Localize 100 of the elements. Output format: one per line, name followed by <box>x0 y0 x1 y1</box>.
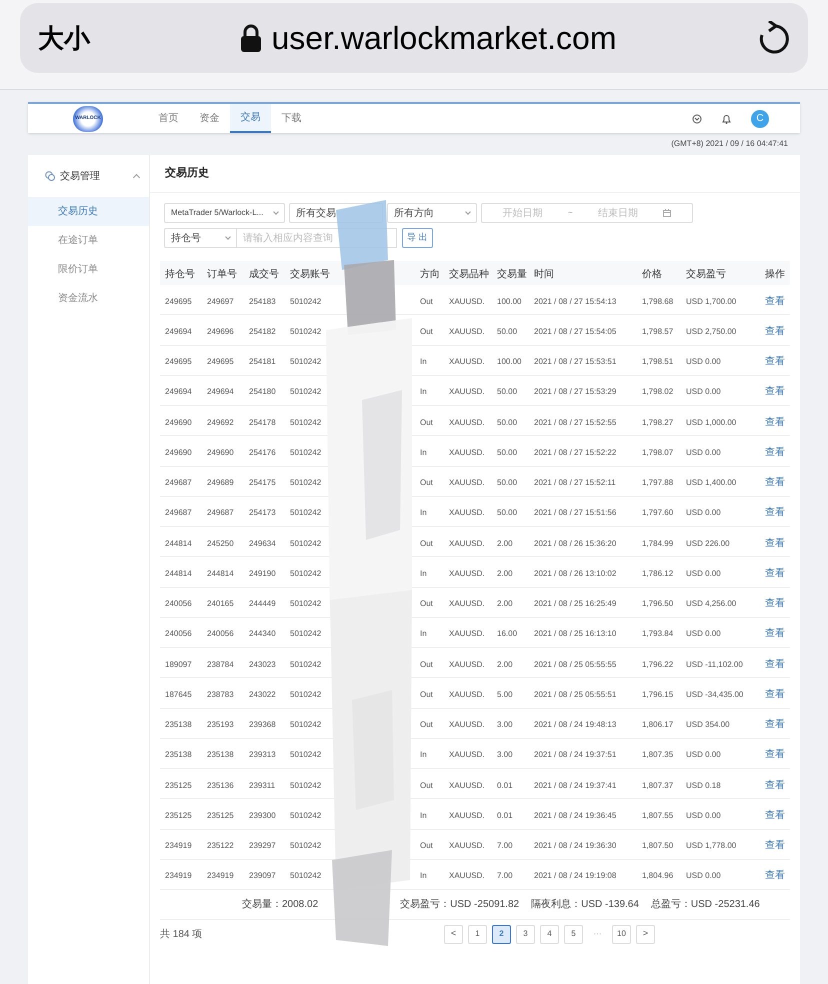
page-button[interactable]: 1 <box>468 924 487 944</box>
sidebar-item[interactable]: 资金流水 <box>28 284 149 313</box>
view-link[interactable]: 查看 <box>765 477 785 488</box>
table-cell: 5010242 <box>290 841 322 850</box>
table-cell: USD -11,102.00 <box>686 660 743 669</box>
table-cell: 0.01 <box>497 780 513 790</box>
table-cell: 7.00 <box>497 841 513 850</box>
page-button[interactable]: 3 <box>516 924 535 944</box>
page-button[interactable]: 5 <box>564 924 583 944</box>
next-page-button[interactable]: > <box>636 924 655 944</box>
table-cell: 254173 <box>249 508 276 518</box>
table-cell: 3.00 <box>497 750 513 760</box>
table-cell: 249690 <box>207 448 234 457</box>
table-cell: 5010242 <box>290 871 322 880</box>
table-cell: 249695 <box>165 296 192 306</box>
table-cell: USD 0.00 <box>686 387 721 396</box>
table-cell: 5010242 <box>290 690 322 699</box>
view-link[interactable]: 查看 <box>765 538 785 549</box>
table-cell: 100.00 <box>497 296 522 306</box>
table-cell: In <box>420 871 427 880</box>
table-cell: 5010242 <box>290 810 322 820</box>
column-header: 成交号 <box>249 269 279 280</box>
table-cell: 235122 <box>207 841 234 850</box>
table-cell: 5010242 <box>290 750 322 760</box>
page-button[interactable]: 4 <box>540 924 559 944</box>
nav-tab[interactable]: 资金 <box>189 104 230 133</box>
sidebar-group-header[interactable]: 交易管理 <box>28 155 149 197</box>
table-cell: XAUUSD. <box>449 841 485 850</box>
table-cell: 2021 / 08 / 24 19:48:13 <box>534 720 616 730</box>
view-link[interactable]: 查看 <box>765 870 785 882</box>
page-ellipsis: ··· <box>592 928 602 940</box>
table-cell: 50.00 <box>497 508 518 518</box>
sidebar-item[interactable]: 交易历史 <box>28 197 149 226</box>
address-bar[interactable]: 大小 user.warlockmarket.com <box>20 3 808 73</box>
sidebar-item[interactable]: 限价订单 <box>28 255 149 284</box>
table-cell: 1,798.51 <box>642 357 674 366</box>
table-cell: 244814 <box>165 568 192 578</box>
column-header: 订单号 <box>207 269 237 280</box>
table-cell: 5010242 <box>290 418 322 427</box>
view-link[interactable]: 查看 <box>765 658 785 670</box>
view-link[interactable]: 查看 <box>765 356 785 368</box>
table-cell: 50.00 <box>497 448 518 457</box>
nav-tab[interactable]: 首页 <box>148 104 189 133</box>
table-cell: 240056 <box>165 629 192 638</box>
view-link[interactable]: 查看 <box>765 568 785 579</box>
table-cell: 2021 / 08 / 27 15:52:22 <box>534 448 616 457</box>
nav-tab[interactable]: 下载 <box>271 104 312 133</box>
view-link[interactable]: 查看 <box>765 326 785 337</box>
view-link[interactable]: 查看 <box>765 810 785 821</box>
table-cell: 2021 / 08 / 24 19:36:45 <box>534 810 616 820</box>
table-cell: 249694 <box>165 326 192 336</box>
page-button[interactable]: 2 <box>492 924 511 944</box>
total-count: 共 184 项 <box>160 928 204 942</box>
table-cell: 249695 <box>165 357 192 366</box>
table-cell: 2021 / 08 / 24 19:36:30 <box>534 841 616 850</box>
view-link[interactable]: 查看 <box>765 598 785 610</box>
table-cell: 239368 <box>249 720 276 730</box>
summary-item: 交易量：2008.02 <box>242 898 318 912</box>
table-cell: 239313 <box>249 750 276 760</box>
table-cell: 2.00 <box>497 599 513 608</box>
column-header: 价格 <box>642 269 662 280</box>
view-link[interactable]: 查看 <box>765 719 785 730</box>
text-size-button[interactable]: 大小 <box>38 18 98 58</box>
view-link[interactable]: 查看 <box>765 507 785 518</box>
table-cell: Out <box>420 660 433 669</box>
field-select[interactable]: 持仓号 <box>164 228 237 248</box>
table-cell: Out <box>420 720 433 730</box>
direction-select[interactable]: 所有方向 <box>387 203 477 223</box>
view-link[interactable]: 查看 <box>765 688 785 700</box>
view-link[interactable]: 查看 <box>765 416 785 428</box>
table-cell: 2021 / 08 / 27 15:54:13 <box>534 296 616 306</box>
table-cell: 1,798.27 <box>642 418 674 427</box>
nav-tab[interactable]: 交易 <box>230 104 271 133</box>
export-button[interactable]: 导 出 <box>402 228 433 248</box>
table-cell: 1,796.50 <box>642 599 674 608</box>
avatar[interactable]: C <box>751 110 769 128</box>
table-cell: 187645 <box>165 690 192 699</box>
column-header: 方向 <box>420 269 440 280</box>
table-cell: 1,786.12 <box>642 568 674 578</box>
view-link[interactable]: 查看 <box>765 386 785 398</box>
view-link[interactable]: 查看 <box>765 628 785 640</box>
prev-page-button[interactable]: < <box>444 924 463 944</box>
table-cell: 249690 <box>165 448 192 457</box>
view-link[interactable]: 查看 <box>765 749 785 760</box>
account-select[interactable]: MetaTrader 5/Warlock-L... <box>164 203 285 223</box>
table-cell: 2021 / 08 / 24 19:19:08 <box>534 871 616 880</box>
table-cell: 2021 / 08 / 25 16:13:10 <box>534 629 616 638</box>
view-link[interactable]: 查看 <box>765 296 785 307</box>
view-link[interactable]: 查看 <box>765 780 785 791</box>
table-cell: 244449 <box>249 599 276 608</box>
view-link[interactable]: 查看 <box>765 840 785 852</box>
page-button[interactable]: 10 <box>612 924 631 944</box>
table-cell: USD 1,000.00 <box>686 418 736 427</box>
table-cell: XAUUSD. <box>449 418 485 427</box>
view-link[interactable]: 查看 <box>765 446 785 458</box>
date-range-field[interactable]: 开始日期 ~ 结束日期 <box>481 203 693 223</box>
search-field[interactable]: 请输入相应内容查询 <box>237 228 397 248</box>
sidebar-item[interactable]: 在途订单 <box>28 226 149 255</box>
table-cell: Out <box>420 296 433 306</box>
table-cell: 249694 <box>207 387 234 396</box>
